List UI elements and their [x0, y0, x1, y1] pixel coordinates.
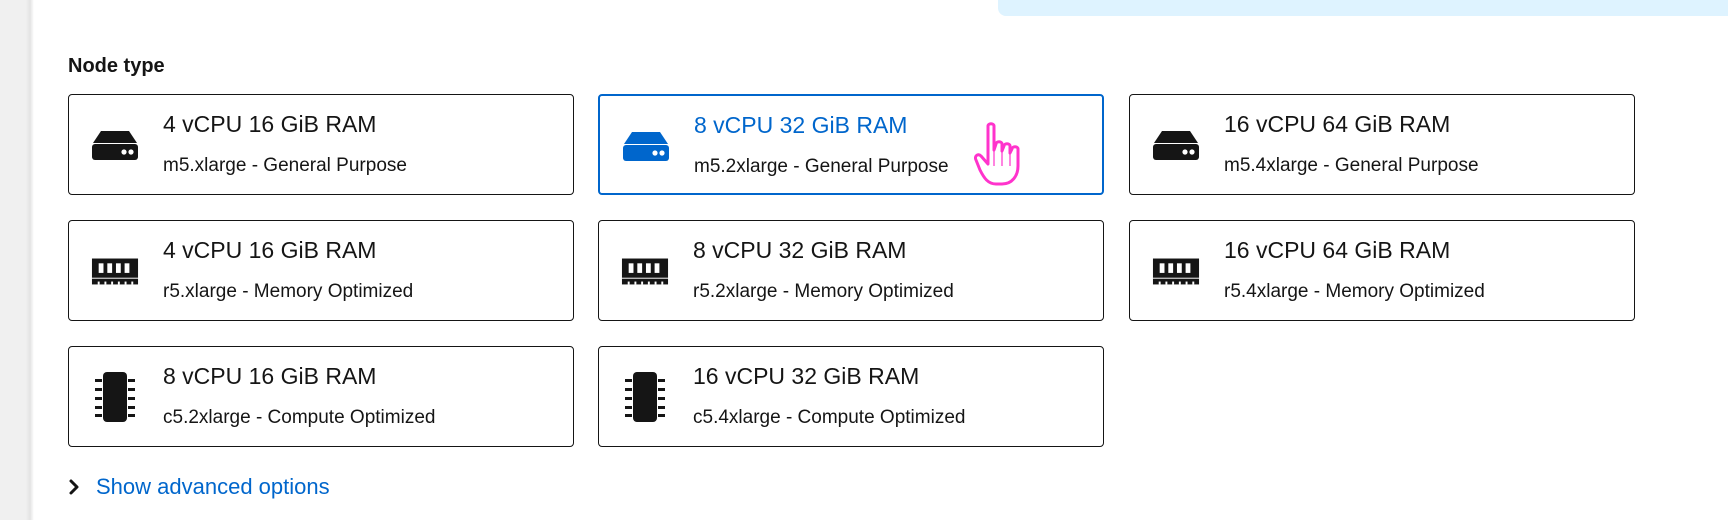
node-type-tile-m5-4xlarge[interactable]: 16 vCPU 64 GiB RAM m5.4xlarge - General …: [1129, 94, 1635, 195]
memory-icon: [621, 251, 669, 291]
memory-icon: [1152, 251, 1200, 291]
node-type-label: Node type: [68, 55, 165, 77]
memory-icon: [91, 251, 139, 291]
node-type-tile-r5-2xlarge[interactable]: 8 vCPU 32 GiB RAM r5.2xlarge - Memory Op…: [598, 220, 1104, 321]
node-type-tile-c5-2xlarge[interactable]: 8 vCPU 16 GiB RAM c5.2xlarge - Compute O…: [68, 346, 574, 447]
server-icon: [91, 125, 139, 165]
node-type-tile-r5-4xlarge[interactable]: 16 vCPU 64 GiB RAM r5.4xlarge - Memory O…: [1129, 220, 1635, 321]
tile-description: r5.xlarge - Memory Optimized: [163, 281, 414, 302]
tile-description: m5.2xlarge - General Purpose: [694, 156, 949, 177]
tile-description: r5.4xlarge - Memory Optimized: [1224, 281, 1485, 302]
side-panel-edge: [0, 0, 34, 520]
tile-description: m5.xlarge - General Purpose: [163, 155, 407, 176]
tile-title: 16 vCPU 32 GiB RAM: [693, 363, 920, 389]
microchip-icon: [621, 371, 669, 423]
tile-title: 8 vCPU 16 GiB RAM: [163, 363, 377, 389]
server-icon: [1152, 125, 1200, 165]
tile-title: 8 vCPU 32 GiB RAM: [693, 237, 907, 263]
node-type-tile-r5-xlarge[interactable]: 4 vCPU 16 GiB RAM r5.xlarge - Memory Opt…: [68, 220, 574, 321]
tile-description: r5.2xlarge - Memory Optimized: [693, 281, 954, 302]
tile-title: 16 vCPU 64 GiB RAM: [1224, 237, 1451, 263]
tile-description: c5.4xlarge - Compute Optimized: [693, 407, 966, 428]
node-type-tile-c5-4xlarge[interactable]: 16 vCPU 32 GiB RAM c5.4xlarge - Compute …: [598, 346, 1104, 447]
server-icon: [622, 126, 670, 166]
show-advanced-options-toggle[interactable]: Show advanced options: [68, 474, 330, 500]
tile-title: 8 vCPU 32 GiB RAM: [694, 112, 908, 138]
show-advanced-options-link[interactable]: Show advanced options: [96, 474, 330, 500]
info-banner: [998, 0, 1728, 16]
node-type-tile-m5-2xlarge[interactable]: 8 vCPU 32 GiB RAM m5.2xlarge - General P…: [598, 94, 1104, 195]
tile-title: 4 vCPU 16 GiB RAM: [163, 237, 377, 263]
tile-description: m5.4xlarge - General Purpose: [1224, 155, 1479, 176]
node-type-tile-m5-xlarge[interactable]: 4 vCPU 16 GiB RAM m5.xlarge - General Pu…: [68, 94, 574, 195]
tile-description: c5.2xlarge - Compute Optimized: [163, 407, 436, 428]
hand-pointer-cursor-icon: [974, 122, 1026, 188]
tile-title: 16 vCPU 64 GiB RAM: [1224, 111, 1451, 137]
tile-title: 4 vCPU 16 GiB RAM: [163, 111, 377, 137]
microchip-icon: [91, 371, 139, 423]
chevron-right-icon: [68, 477, 82, 497]
